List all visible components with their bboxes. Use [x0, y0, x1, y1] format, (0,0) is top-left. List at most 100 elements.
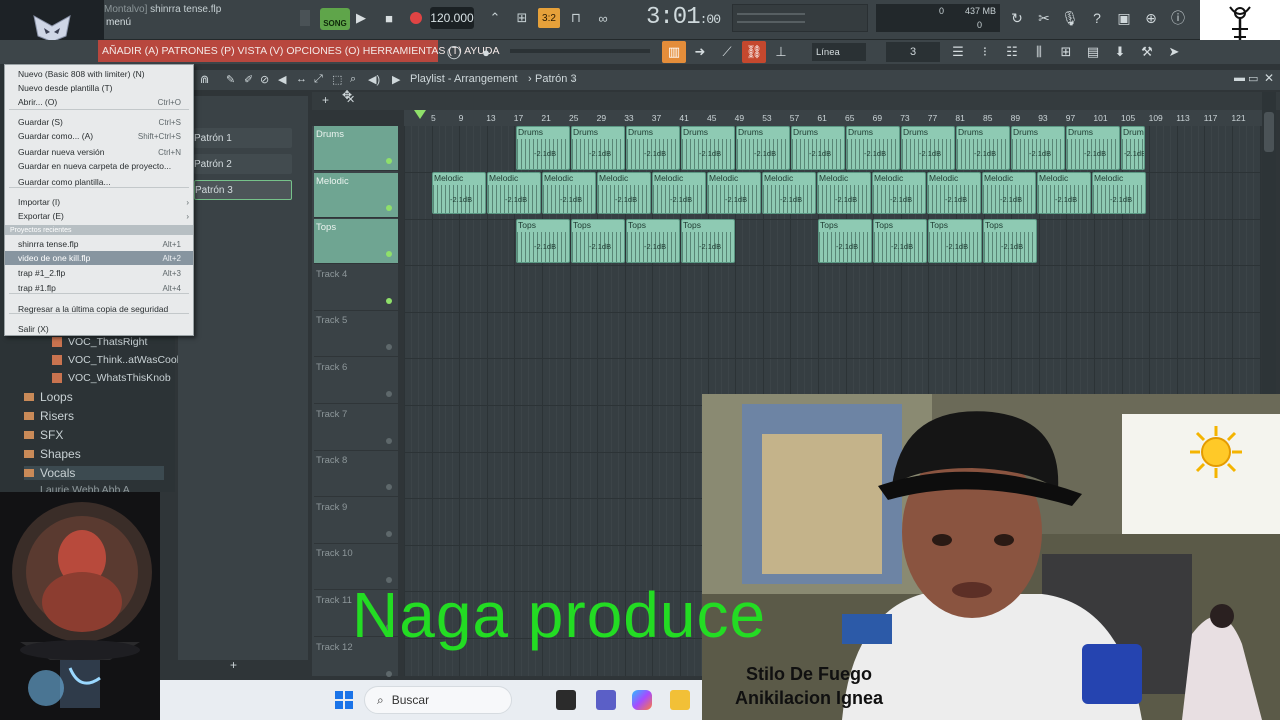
playlist-clip[interactable]: Melodic -2.1dB — [707, 172, 761, 214]
stamp-icon[interactable]: ⊥ — [769, 41, 793, 63]
step-edit-icon[interactable]: ⊓ — [565, 8, 587, 28]
track-header[interactable]: Tops — [314, 219, 398, 265]
playlist-clip[interactable]: Melodic -2.1dB — [597, 172, 651, 214]
playlist-clip[interactable]: Melodic -2.1dB — [982, 172, 1036, 214]
render-icon[interactable]: ⊕ — [1140, 6, 1162, 30]
mic-icon[interactable]: 🎙 — [1059, 6, 1081, 30]
track-enable-led[interactable] — [386, 204, 392, 211]
playlist-clip[interactable]: Melodic -2.1dB — [1037, 172, 1091, 214]
volume-knob-icon[interactable]: ● — [474, 41, 498, 63]
record-icon[interactable] — [405, 8, 427, 28]
browser-folder[interactable]: Vocals — [24, 466, 164, 480]
file-menu-item[interactable]: video de one kill.flp Alt+2 — [5, 251, 193, 265]
pattern-item-selected[interactable]: Patrón 3 — [194, 180, 292, 200]
zoom-icon[interactable]: ⌕ — [350, 73, 356, 86]
track-enable-led[interactable] — [386, 670, 392, 677]
playlist-icon[interactable]: ☰ — [946, 41, 970, 63]
metronome-icon[interactable]: ⌃ — [484, 8, 506, 28]
playlist-clip[interactable]: Tops -2.1dB — [626, 219, 680, 263]
track-header[interactable]: Track 4 — [314, 266, 398, 311]
file-menu-item[interactable]: trap #1_2.flp Alt+3 — [5, 266, 193, 280]
track-enable-led[interactable] — [386, 484, 392, 491]
paint-icon[interactable]: ✐ — [244, 73, 253, 86]
link-icon[interactable]: ⛓ — [742, 41, 766, 63]
pattern-item[interactable]: Patrón 2 — [194, 154, 292, 174]
mute-icon[interactable]: ◀ — [278, 73, 286, 86]
pitch-knob-icon[interactable]: ◯ — [442, 41, 466, 63]
track-header[interactable]: Melodic — [314, 172, 398, 218]
playlist-clip[interactable]: Drums -2.1dB — [736, 126, 790, 170]
playlist-clip[interactable]: Melodic -2.1dB — [872, 172, 926, 214]
playlist-clip[interactable]: Melodic -2.1dB — [652, 172, 706, 214]
playlist-pattern-name[interactable]: Patrón 3 — [535, 73, 577, 85]
minimize-icon[interactable]: ▬ — [1234, 72, 1245, 84]
add-pattern-icon[interactable]: + — [230, 658, 237, 672]
track-enable-led[interactable] — [386, 344, 392, 351]
select-icon[interactable]: ⬚ — [332, 73, 342, 86]
file-menu-item[interactable]: Guardar como... (A) Shift+Ctrl+S — [5, 129, 193, 143]
file-menu-item[interactable]: Guardar (S) Ctrl+S — [5, 115, 193, 129]
piano-roll-icon[interactable]: ▥ — [662, 41, 686, 63]
browser-folder[interactable]: Loops — [24, 390, 73, 404]
maximize-icon[interactable]: ▭ — [1248, 72, 1258, 85]
playlist-clip[interactable]: Drums -2.1dB — [956, 126, 1010, 170]
add-track-icon[interactable]: + — [322, 93, 329, 107]
track-enable-led[interactable] — [386, 530, 392, 537]
mixer-icon[interactable]: ☷ — [1000, 41, 1024, 63]
brush-icon[interactable]: ⟋ — [715, 41, 739, 63]
stop-icon[interactable]: ■ — [378, 8, 400, 28]
file-icon[interactable]: ▤ — [1081, 41, 1105, 63]
playlist-clip[interactable]: Drums -2.1dB — [681, 126, 735, 170]
share-icon[interactable]: ➤ — [1162, 41, 1186, 63]
playlist-clip[interactable]: Drums -2.1dB — [846, 126, 900, 170]
main-menu-items[interactable]: AÑADIR (A) PATRONES (P) VISTA (V) OPCION… — [98, 40, 499, 62]
playlist-clip[interactable]: Tops -2.1dB — [873, 219, 927, 263]
file-menu-item[interactable]: Guardar nueva versión Ctrl+N — [5, 145, 193, 159]
info-icon[interactable]: ⓘ — [1167, 6, 1189, 30]
tempo-display[interactable]: 120.000 — [430, 7, 474, 29]
wait-input-icon[interactable]: ⊞ — [511, 8, 533, 28]
handle-icon[interactable] — [300, 10, 310, 26]
browser-folder[interactable]: Risers — [24, 409, 74, 423]
track-enable-led[interactable] — [386, 158, 392, 164]
play-icon[interactable]: ▶ — [350, 8, 372, 28]
windows-start-icon[interactable] — [334, 690, 354, 710]
track-enable-led[interactable] — [386, 391, 392, 397]
magnet-icon[interactable]: ⋒ — [200, 73, 209, 86]
menu-label[interactable]: menú — [106, 17, 131, 28]
task-view-icon[interactable] — [556, 690, 576, 710]
track-header[interactable]: Track 5 — [314, 312, 398, 358]
playlist-clip[interactable]: Tops -2.1dB — [818, 219, 872, 263]
playlist-clip[interactable]: Tops -2.1dB — [983, 219, 1037, 263]
playlist-clip[interactable]: Tops -2.1dB — [516, 219, 570, 263]
snap-mode-select[interactable]: Línea — [812, 43, 866, 61]
pattern-item[interactable]: Patrón 1 — [194, 128, 292, 148]
browser-folder[interactable]: SFX — [24, 428, 63, 442]
file-menu-item[interactable]: Nuevo desde plantilla (T) — [5, 81, 193, 95]
playlist-clip[interactable]: Melodic -2.1dB — [1092, 172, 1146, 214]
copilot-icon[interactable] — [632, 690, 652, 710]
file-menu-item[interactable]: Nuevo (Basic 808 with limiter) (N) — [5, 67, 193, 81]
master-slider[interactable] — [510, 49, 650, 53]
browser-file[interactable]: VOC_WhatsThisKnob — [52, 372, 171, 384]
song-mode-button[interactable]: SONG — [320, 8, 350, 30]
playhead-marker[interactable] — [414, 110, 426, 119]
snap-value-field[interactable]: 3 — [886, 42, 940, 62]
track-header[interactable]: Drums — [314, 126, 398, 171]
timeline-ruler[interactable]: 5 9 13 17 21 25 29 33 37 41 45 49 53 57 61 65 69 73 77 81 85… — [404, 110, 1276, 126]
tools-icon[interactable]: ⚒ — [1135, 41, 1159, 63]
playlist-clip[interactable]: Melodic -2.1dB — [487, 172, 541, 214]
playlist-clip[interactable]: Melodic -2.1dB — [762, 172, 816, 214]
file-menu-item[interactable]: trap #1.flp Alt+4 — [5, 281, 193, 295]
track-header[interactable]: Track 7 — [314, 406, 398, 451]
file-menu-item[interactable]: shinrra tense.flp Alt+1 — [5, 237, 193, 251]
playlist-clip[interactable]: Drums -2.1dB — [1011, 126, 1065, 170]
taskbar-search-input[interactable]: ⌕ Buscar — [364, 686, 512, 714]
playlist-clip[interactable]: Tops -2.1dB — [571, 219, 625, 263]
playlist-clip[interactable]: Drums -2.1dB — [791, 126, 845, 170]
arrow-left-icon[interactable]: ▶ — [392, 73, 400, 86]
playlist-clip[interactable]: Melodic -2.1dB — [432, 172, 486, 214]
file-menu-item[interactable]: Guardar como plantilla... — [5, 175, 193, 189]
track-enable-led[interactable] — [386, 297, 392, 304]
playlist-clip[interactable]: Drums -2.1dB — [571, 126, 625, 170]
